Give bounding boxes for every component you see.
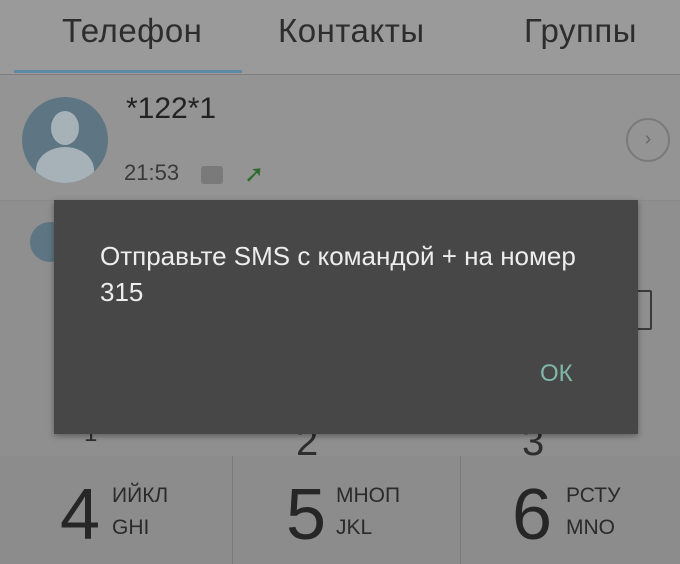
dialog-message: Отправьте SMS с командой + на номер 315 — [100, 241, 576, 307]
call-time: 21:53 — [124, 160, 180, 185]
ok-button[interactable]: ОК — [540, 360, 573, 388]
alert-dialog: Отправьте SMS с командой + на номер 315 … — [54, 200, 638, 434]
key-letters-en: MNO — [566, 516, 615, 539]
key-digit: 6 — [512, 475, 553, 555]
key-letters-ru: ИЙКЛ — [112, 484, 169, 507]
key-digit: 4 — [60, 475, 101, 555]
key-letters-ru: МНОП — [336, 484, 401, 507]
key-6[interactable]: 6 РСТУ MNO — [460, 456, 680, 564]
key-letters-en: JKL — [336, 516, 373, 539]
key-letters-en: GHI — [112, 516, 150, 539]
active-tab-indicator — [14, 70, 242, 73]
call-details-button[interactable]: › — [626, 118, 670, 162]
sim-card-icon — [201, 166, 223, 184]
key-4[interactable]: 4 ИЙКЛ GHI — [0, 456, 226, 564]
tab-phone[interactable]: Телефон — [62, 12, 202, 50]
tab-bar: Телефон Контакты Группы — [0, 0, 680, 74]
key-digit: 5 — [286, 475, 327, 555]
key-letters-ru: РСТУ — [566, 484, 621, 507]
call-number: *122*1 — [126, 92, 217, 125]
tab-groups[interactable]: Группы — [524, 12, 637, 50]
outgoing-call-icon: ➚ — [244, 161, 265, 188]
tab-contacts[interactable]: Контакты — [278, 12, 425, 50]
key-5[interactable]: 5 МНОП JKL — [232, 456, 458, 564]
avatar-body — [36, 147, 94, 183]
avatar — [22, 97, 108, 183]
avatar-head — [51, 111, 79, 145]
